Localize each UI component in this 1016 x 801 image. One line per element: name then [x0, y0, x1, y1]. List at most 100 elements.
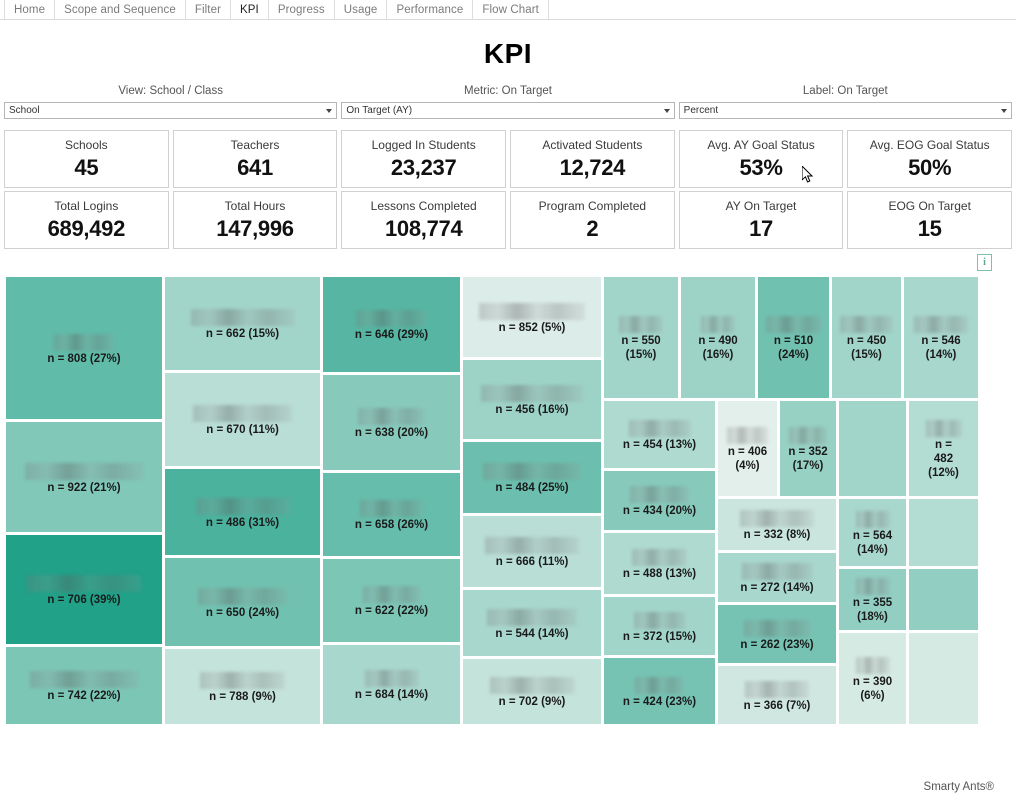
treemap-tile[interactable]: n = 564 (14%) [838, 498, 907, 567]
kpi-card-label: Logged In Students [371, 137, 476, 152]
kpi-card-grid: Schools 45 Teachers 641 Logged In Students 23… [0, 130, 1016, 249]
tab-performance[interactable]: Performance [387, 0, 474, 19]
tab-usage[interactable]: Usage [335, 0, 388, 19]
treemap-tile-content: n = 355 (18%) [839, 569, 906, 624]
treemap-tile-label: n = 372 (15%) [622, 631, 697, 643]
kpi-card-logged-in-students[interactable]: Logged In Students 23,237 [341, 130, 507, 188]
treemap-tile[interactable]: n = 262 (23%) [717, 604, 837, 664]
treemap-tile[interactable]: n = 662 (15%) [164, 276, 321, 371]
redacted-school-name [489, 677, 575, 694]
treemap-tile[interactable]: n = 490 (16%) [680, 276, 756, 399]
kpi-card-ay-on-target[interactable]: AY On Target 17 [678, 191, 844, 249]
redacted-school-name [619, 316, 663, 333]
treemap-tile[interactable]: n = 406 (4%) [717, 400, 778, 497]
treemap-tile[interactable]: n = 486 (31%) [164, 468, 321, 556]
treemap-tile[interactable] [838, 400, 907, 497]
treemap-tile[interactable]: n = 922 (21%) [5, 421, 163, 533]
treemap-tile[interactable]: n = 684 (14%) [322, 644, 461, 725]
redacted-school-name [855, 578, 890, 595]
treemap-tile[interactable]: n = 808 (27%) [5, 276, 163, 420]
tab-kpi[interactable]: KPI [231, 0, 269, 19]
treemap-tile[interactable]: n = 355 (18%) [838, 568, 907, 631]
redacted-school-name [628, 420, 691, 437]
treemap-tile-content: n = 650 (24%) [165, 558, 320, 620]
treemap-tile-content: n = 544 (14%) [463, 590, 601, 641]
tab-home[interactable]: Home [4, 0, 56, 19]
treemap-tile[interactable]: n = 544 (14%) [462, 589, 602, 657]
kpi-card-avg-ay-goal-status[interactable]: Avg. AY Goal Status 53% [678, 130, 844, 188]
label-select[interactable]: Percent [678, 102, 1012, 119]
treemap-tile-content: n = 658 (26%) [323, 473, 460, 532]
kpi-card-teachers[interactable]: Teachers 641 [172, 130, 338, 188]
treemap-tile-label: n = 450 (15%) [846, 335, 887, 361]
treemap-tile[interactable]: n = 510 (24%) [757, 276, 830, 399]
treemap-tile[interactable]: n = 650 (24%) [164, 557, 321, 647]
kpi-card-schools[interactable]: Schools 45 [4, 130, 169, 188]
metric-select[interactable]: On Target (AY) [341, 102, 675, 119]
treemap-tile[interactable]: n = 424 (23%) [603, 657, 716, 725]
treemap-tile-label: n = 670 (11%) [206, 424, 279, 436]
kpi-card-activated-students[interactable]: Activated Students 12,724 [510, 130, 675, 188]
redacted-school-name [360, 500, 423, 517]
treemap-tile[interactable]: n = 638 (20%) [322, 374, 461, 471]
view-select[interactable]: School [4, 102, 338, 119]
treemap-tile[interactable]: n = 372 (15%) [603, 596, 716, 656]
kpi-card-total-hours[interactable]: Total Hours 147,996 [172, 191, 338, 249]
treemap-tile[interactable]: n = 450 (15%) [831, 276, 902, 399]
treemap-tile[interactable]: n = 852 (5%) [462, 276, 602, 358]
treemap-tile[interactable]: n = 390 (6%) [838, 632, 907, 725]
kpi-card-label: EOG On Target [888, 198, 971, 213]
treemap-tile[interactable]: n = 788 (9%) [164, 648, 321, 725]
treemap-tile[interactable]: n = 702 (9%) [462, 658, 602, 725]
treemap-tile[interactable]: n = 546 (14%) [903, 276, 979, 399]
treemap-tile-label: n = 366 (7%) [743, 700, 811, 712]
label-select-label: Label: On Target [802, 85, 888, 97]
treemap-tile[interactable]: n = 272 (14%) [717, 552, 837, 603]
treemap-tile[interactable]: n = 670 (11%) [164, 372, 321, 467]
redacted-school-name [925, 420, 962, 437]
treemap-tile[interactable]: n = 646 (29%) [322, 276, 461, 373]
tab-scope-and-sequence[interactable]: Scope and Sequence [55, 0, 186, 19]
treemap-tile[interactable] [908, 568, 979, 631]
kpi-card-total-logins[interactable]: Total Logins 689,492 [4, 191, 169, 249]
treemap-tile[interactable]: n = 332 (8%) [717, 498, 837, 551]
treemap-tile-label: n = 684 (14%) [354, 689, 429, 701]
treemap-tile[interactable]: n = 454 (13%) [603, 400, 716, 469]
tab-filter[interactable]: Filter [186, 0, 232, 19]
redacted-school-name [358, 408, 425, 425]
footer-brand: Smarty Ants® [923, 781, 994, 793]
tab-flow-chart[interactable]: Flow Chart [473, 0, 549, 19]
treemap-tile-content: n = 808 (27%) [6, 277, 162, 366]
info-icon[interactable]: i [977, 254, 992, 271]
view-select-value: School [9, 105, 40, 116]
treemap-tile[interactable] [908, 498, 979, 567]
redacted-school-name [481, 385, 583, 402]
treemap-tile-label: n = 352 (17%) [788, 446, 828, 472]
kpi-card-program-completed[interactable]: Program Completed 2 [510, 191, 675, 249]
treemap-tile[interactable]: n = 482 (12%) [908, 400, 979, 497]
treemap-tile[interactable]: n = 456 (16%) [462, 359, 602, 440]
treemap-tile-label: n = 390 (6%) [852, 676, 893, 702]
treemap-tile[interactable]: n = 366 (7%) [717, 665, 837, 725]
treemap-tile-label: n = 484 (25%) [495, 482, 569, 494]
treemap-tile[interactable]: n = 488 (13%) [603, 532, 716, 595]
treemap-tile-content: n = 490 (16%) [681, 277, 755, 362]
treemap-tile[interactable]: n = 706 (39%) [5, 534, 163, 645]
kpi-card-avg-eog-goal-status[interactable]: Avg. EOG Goal Status 50% [847, 130, 1013, 188]
treemap-tile[interactable]: n = 742 (22%) [5, 646, 163, 725]
kpi-card-lessons-completed[interactable]: Lessons Completed 108,774 [341, 191, 507, 249]
treemap-tile-content: n = 390 (6%) [839, 633, 906, 703]
treemap-tile[interactable]: n = 550 (15%) [603, 276, 679, 399]
tab-progress[interactable]: Progress [269, 0, 335, 19]
treemap-tile[interactable]: n = 658 (26%) [322, 472, 461, 557]
treemap-tile[interactable] [908, 632, 979, 725]
kpi-card-eog-on-target[interactable]: EOG On Target 15 [847, 191, 1013, 249]
treemap-tile-content: n = 484 (25%) [463, 442, 601, 495]
treemap-tile[interactable]: n = 434 (20%) [603, 470, 716, 531]
treemap-tile[interactable]: n = 666 (11%) [462, 515, 602, 588]
treemap-tile-content: n = 646 (29%) [323, 277, 460, 342]
metric-select-group: Metric: On Target On Target (AY) [339, 85, 676, 119]
treemap-tile[interactable]: n = 622 (22%) [322, 558, 461, 643]
treemap-tile[interactable]: n = 352 (17%) [779, 400, 837, 497]
treemap-tile[interactable]: n = 484 (25%) [462, 441, 602, 514]
